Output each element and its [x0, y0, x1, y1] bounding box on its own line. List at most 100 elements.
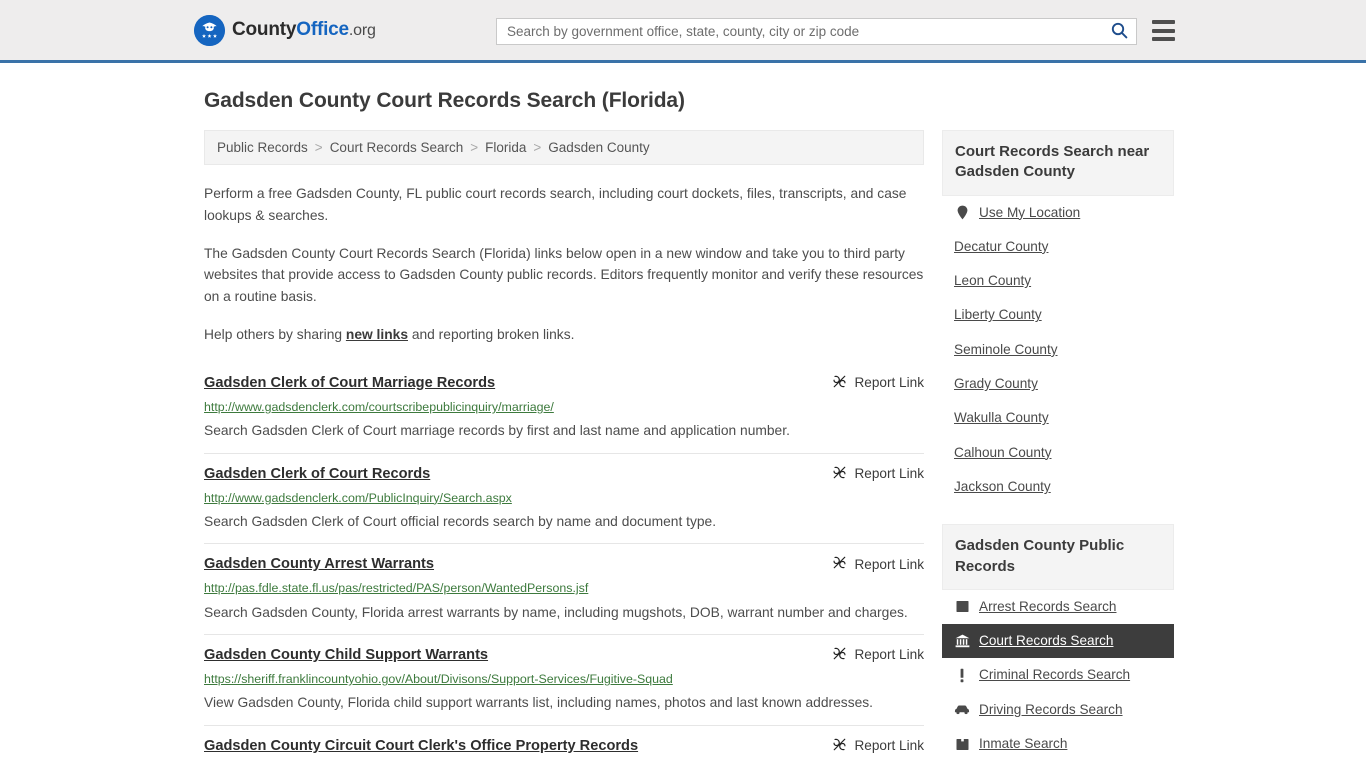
breadcrumb-item-court-records-search[interactable]: Court Records Search	[330, 140, 464, 155]
search-icon	[1111, 22, 1128, 42]
sidebar-item-grady-county[interactable]: Grady County	[942, 367, 1174, 401]
map-pin-icon	[954, 205, 970, 221]
result-title-link[interactable]: Gadsden Clerk of Court Records	[204, 465, 430, 483]
result-url[interactable]: http://www.gadsdenclerk.com/PublicInquir…	[204, 490, 924, 506]
square-badge-icon	[954, 599, 970, 615]
sidebar-item-label: Driving Records Search	[979, 702, 1123, 718]
list-item: Leon County	[942, 264, 1174, 298]
report-link-button[interactable]: Report Link	[832, 646, 924, 664]
broken-link-icon	[832, 737, 847, 755]
sidebar-item-label: Wakulla County	[954, 410, 1049, 426]
sidebar-item-criminal-records-search[interactable]: Criminal Records Search	[942, 658, 1174, 692]
breadcrumb-item-florida[interactable]: Florida	[485, 140, 526, 155]
sidebar-item-jackson-county[interactable]: Jackson County	[942, 470, 1174, 504]
intro-paragraph-1: Perform a free Gadsden County, FL public…	[204, 183, 924, 227]
result-title-link[interactable]: Gadsden Clerk of Court Marriage Records	[204, 374, 495, 392]
broken-link-icon	[832, 646, 847, 664]
logo-text-county: County	[232, 19, 296, 40]
sidebar-item-label: Court Records Search	[979, 633, 1113, 649]
search-bar[interactable]	[496, 18, 1137, 45]
jail-building-icon	[954, 736, 970, 752]
result-description: Search Gadsden Clerk of Court marriage r…	[204, 420, 924, 441]
hamburger-menu-icon[interactable]	[1152, 20, 1175, 41]
report-link-button[interactable]: Report Link	[832, 374, 924, 392]
search-button[interactable]	[1102, 19, 1136, 44]
sidebar-item-driving-records-search[interactable]: Driving Records Search	[942, 693, 1174, 727]
site-header: CountyOffice.org	[0, 0, 1366, 63]
result-header: Gadsden County Circuit Court Clerk's Off…	[204, 737, 924, 755]
exclamation-icon	[954, 668, 970, 684]
result-title-link[interactable]: Gadsden County Arrest Warrants	[204, 555, 434, 573]
result-description: Search Gadsden County, Florida arrest wa…	[204, 602, 924, 623]
sidebar: Court Records Search near Gadsden County…	[942, 130, 1174, 768]
sidebar-item-label: Jackson County	[954, 479, 1051, 495]
sidebar-item-arrest-records-search[interactable]: Arrest Records Search	[942, 590, 1174, 624]
result-url[interactable]: http://pas.fdle.state.fl.us/pas/restrict…	[204, 580, 924, 596]
list-item: Jackson County	[942, 470, 1174, 504]
panel-public-records: Gadsden County Public Records Arrest Rec…	[942, 524, 1174, 761]
sidebar-item-leon-county[interactable]: Leon County	[942, 264, 1174, 298]
broken-link-icon	[832, 465, 847, 483]
result-description: Search Gadsden Clerk of Court official r…	[204, 511, 924, 532]
broken-link-icon	[832, 374, 847, 392]
eagle-stars-seal-icon	[194, 15, 225, 46]
list-item: Calhoun County	[942, 436, 1174, 470]
search-input[interactable]	[497, 19, 1102, 44]
result-item: Gadsden County Arrest Warrants Report Li…	[204, 543, 924, 634]
main-column: Public Records > Court Records Search > Flor…	[204, 130, 924, 766]
list-item: Court Records Search	[942, 624, 1174, 658]
sidebar-item-label: Criminal Records Search	[979, 667, 1130, 683]
panel-heading: Gadsden County Public Records	[942, 524, 1174, 590]
list-item: Wakulla County	[942, 401, 1174, 435]
intro-text: Perform a free Gadsden County, FL public…	[204, 183, 924, 346]
hamburger-bar	[1152, 37, 1175, 41]
report-link-button[interactable]: Report Link	[832, 465, 924, 483]
result-description: View Gadsden County, Florida child suppo…	[204, 692, 924, 713]
sidebar-item-decatur-county[interactable]: Decatur County	[942, 230, 1174, 264]
list-item: Liberty County	[942, 298, 1174, 332]
result-item: Gadsden County Child Support Warrants Re…	[204, 634, 924, 725]
courthouse-icon	[954, 633, 970, 649]
new-links-link[interactable]: new links	[346, 327, 408, 342]
car-icon	[954, 702, 970, 718]
result-header: Gadsden Clerk of Court Marriage Records …	[204, 374, 924, 392]
result-header: Gadsden County Child Support Warrants Re…	[204, 646, 924, 664]
panel-heading: Court Records Search near Gadsden County	[942, 130, 1174, 196]
result-url[interactable]: http://www.gadsdenclerk.com/courtscribep…	[204, 399, 924, 415]
list-item: Inmate Search	[942, 727, 1174, 761]
intro-paragraph-2: The Gadsden County Court Records Search …	[204, 243, 924, 308]
breadcrumb-item-gadsden-county[interactable]: Gadsden County	[548, 140, 649, 155]
page-body: Gadsden County Court Records Search (Flo…	[0, 63, 1366, 768]
sidebar-item-liberty-county[interactable]: Liberty County	[942, 298, 1174, 332]
result-item: Gadsden County Circuit Court Clerk's Off…	[204, 725, 924, 766]
list-item: Seminole County	[942, 333, 1174, 367]
report-link-label: Report Link	[854, 375, 924, 390]
breadcrumb-separator: >	[315, 140, 323, 155]
sidebar-item-label: Leon County	[954, 273, 1031, 289]
logo-wordmark: CountyOffice.org	[232, 19, 376, 41]
site-logo[interactable]: CountyOffice.org	[194, 15, 376, 46]
sidebar-item-court-records-search[interactable]: Court Records Search	[942, 624, 1174, 658]
breadcrumb-item-public-records[interactable]: Public Records	[217, 140, 308, 155]
report-link-label: Report Link	[854, 738, 924, 753]
result-url[interactable]: https://sheriff.franklincountyohio.gov/A…	[204, 671, 924, 687]
sidebar-item-seminole-county[interactable]: Seminole County	[942, 333, 1174, 367]
list-item: Use My Location	[942, 196, 1174, 230]
sidebar-item-inmate-search[interactable]: Inmate Search	[942, 727, 1174, 761]
sidebar-item-label: Use My Location	[979, 205, 1080, 221]
sidebar-item-wakulla-county[interactable]: Wakulla County	[942, 401, 1174, 435]
report-link-button[interactable]: Report Link	[832, 555, 924, 573]
sidebar-item-use-my-location[interactable]: Use My Location	[942, 196, 1174, 230]
broken-link-icon	[832, 555, 847, 573]
public-records-list: Arrest Records Search	[942, 590, 1174, 762]
report-link-button[interactable]: Report Link	[832, 737, 924, 755]
list-item: Decatur County	[942, 230, 1174, 264]
panel-nearby-court-records: Court Records Search near Gadsden County…	[942, 130, 1174, 504]
sidebar-item-calhoun-county[interactable]: Calhoun County	[942, 436, 1174, 470]
result-title-link[interactable]: Gadsden County Child Support Warrants	[204, 646, 488, 664]
result-title-link[interactable]: Gadsden County Circuit Court Clerk's Off…	[204, 737, 638, 755]
breadcrumb-separator: >	[470, 140, 478, 155]
intro-p3-after: and reporting broken links.	[408, 327, 574, 342]
report-link-label: Report Link	[854, 647, 924, 662]
result-header: Gadsden Clerk of Court Records Report Li…	[204, 465, 924, 483]
